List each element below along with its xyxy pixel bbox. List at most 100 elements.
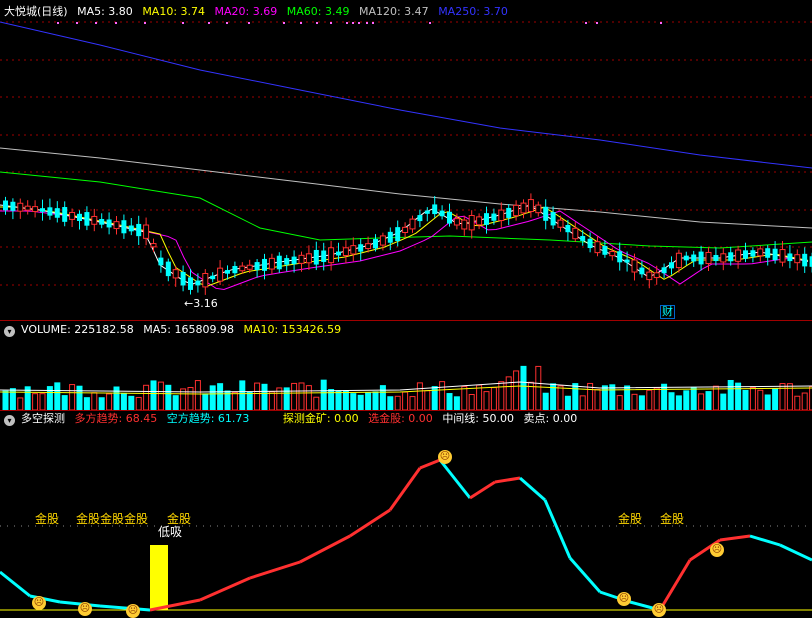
candle-body: [225, 270, 230, 274]
volume-bar: [39, 393, 46, 410]
candle-body: [720, 253, 727, 263]
candle-body: [631, 259, 638, 273]
marker-dot: [346, 22, 348, 24]
volume-bar: [76, 385, 83, 410]
volume-bar: [416, 382, 423, 410]
marker-dot: [248, 22, 250, 24]
finance-mark[interactable]: 财: [660, 305, 675, 319]
volume-bar: [357, 394, 364, 410]
marker-dot: [76, 22, 78, 24]
volume-bar: [313, 396, 320, 410]
volume-bar: [91, 392, 98, 410]
candle-body: [705, 251, 712, 265]
candle-body: [506, 207, 512, 218]
candle-body: [624, 259, 630, 263]
candle-body: [424, 210, 430, 214]
candle-body: [447, 211, 452, 224]
candle-body: [62, 207, 68, 222]
marker-dot: [208, 22, 210, 24]
candle-body: [691, 254, 697, 262]
volume-bar: [690, 386, 697, 410]
candle-body: [520, 202, 527, 214]
candle-body: [395, 227, 401, 242]
volume-bar: [498, 381, 505, 410]
marker-dot: [358, 22, 360, 24]
trend-segment: [568, 557, 602, 593]
ma250-line: [0, 21, 812, 169]
marker-dot: [316, 22, 318, 24]
marker-dot: [330, 22, 332, 24]
volume-bar: [320, 379, 327, 410]
candle-body: [461, 219, 468, 230]
volume-bar: [254, 382, 261, 410]
candle-body: [683, 255, 689, 261]
volume-bar: [557, 385, 564, 410]
volume-bar: [54, 382, 61, 410]
volume-bar: [298, 382, 305, 410]
volume-bar: [542, 392, 549, 410]
marker-dot: [283, 22, 285, 24]
volume-bar: [661, 383, 668, 410]
candle-body: [557, 219, 564, 228]
candle-body: [453, 218, 460, 226]
candle-body: [594, 241, 601, 254]
volume-bar: [98, 397, 105, 410]
volume-bar: [69, 384, 76, 410]
volume-bar: [683, 390, 690, 410]
volume-bar: [513, 370, 520, 410]
volume-bar: [801, 392, 808, 410]
volume-bar: [409, 396, 416, 410]
candle-body: [735, 249, 742, 262]
price-chart[interactable]: [0, 0, 812, 320]
trend-segment: [419, 458, 441, 470]
candle-body: [165, 261, 171, 277]
volume-bar: [128, 395, 135, 410]
candle-body: [750, 250, 756, 257]
volume-bar: [461, 386, 468, 410]
candle-body: [106, 219, 112, 228]
candle-body: [543, 206, 549, 221]
marker-dot: [585, 22, 587, 24]
candle-body: [136, 223, 142, 237]
volume-bar: [772, 388, 779, 410]
volume-bar: [535, 365, 542, 410]
candle-body: [172, 269, 179, 279]
ma5-line: [0, 204, 809, 285]
volume-bar: [268, 391, 275, 410]
volume-bar: [165, 384, 172, 410]
candle-body: [653, 272, 660, 279]
volume-bar: [453, 396, 460, 410]
volume-bar: [342, 391, 349, 410]
volume-bar: [631, 393, 638, 410]
candle-body: [365, 243, 372, 250]
volume-bar: [17, 397, 24, 410]
volume-bar: [2, 390, 9, 410]
candle-body: [587, 238, 593, 249]
candle-body: [17, 202, 24, 212]
volume-bar: [490, 387, 497, 410]
volume-bar: [157, 381, 164, 410]
low-buy-label: 低吸: [158, 525, 183, 539]
candle-body: [698, 251, 704, 265]
candle-body: [661, 267, 667, 274]
volume-bar: [246, 391, 253, 410]
trend-segment: [299, 534, 351, 564]
candle-body: [535, 204, 542, 214]
trend-segment: [543, 499, 572, 559]
volume-bar: [616, 395, 623, 410]
candle-body: [54, 208, 60, 218]
marker-dot: [144, 22, 146, 24]
marker-dot: [57, 22, 59, 24]
trend-segment: [519, 476, 546, 502]
volume-bar: [32, 393, 39, 410]
marker-dot: [352, 22, 354, 24]
volume-bar: [113, 386, 120, 410]
volume-bar: [705, 391, 712, 410]
volume-chart[interactable]: [0, 320, 812, 410]
volume-bar: [757, 389, 764, 410]
volume-bar: [387, 396, 394, 410]
candle-body: [765, 248, 771, 258]
volume-bar: [372, 391, 379, 410]
volume-bar: [350, 393, 357, 410]
candle-body: [268, 257, 275, 270]
